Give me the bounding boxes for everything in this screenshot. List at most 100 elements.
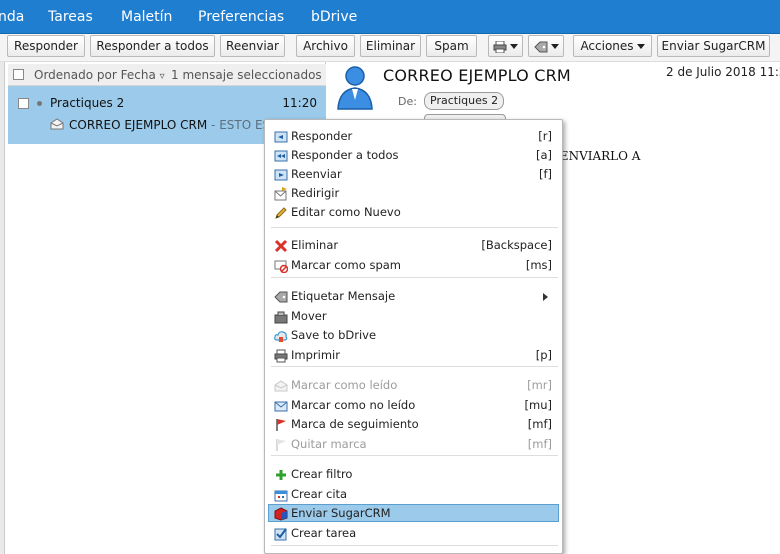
delete-button[interactable]: Eliminar: [360, 35, 421, 57]
menu-item-marcar-como-no-leido[interactable]: Marcar como no leído [mu]: [268, 396, 559, 414]
filter-plus-icon: [276, 470, 286, 480]
menu-item-marca-de-seguimiento[interactable]: Marca de seguimiento [mf]: [268, 415, 559, 433]
menu-item-imprimir[interactable]: Imprimir [p]: [268, 346, 559, 364]
actions-label: Acciones: [580, 39, 634, 53]
menu-item-label: Marcar como leído: [291, 378, 398, 392]
menu-item-etiquetar-mensaje[interactable]: Etiquetar Mensaje: [268, 287, 559, 305]
menu-item-enviar-sugarcrm[interactable]: Enviar SugarCRM: [268, 504, 559, 522]
menu-item-label: Reenviar: [291, 167, 342, 181]
nav-item-tareas[interactable]: Tareas: [48, 9, 93, 25]
menu-item-label: Etiquetar Mensaje: [291, 289, 396, 303]
cloud-icon: [274, 331, 288, 342]
reply-icon: [274, 131, 288, 143]
menu-item-marcar-como-spam[interactable]: Marcar como spam [ms]: [268, 256, 559, 274]
unread-dot-icon: [37, 101, 42, 106]
menu-item-reenviar[interactable]: Reenviar [f]: [268, 165, 559, 183]
selection-count: 1 mensaje seleccionados: [171, 68, 322, 82]
nav-item-maletin[interactable]: Maletín: [121, 9, 172, 25]
menu-item-label: Eliminar: [291, 238, 339, 252]
menu-item-label: Marcar como spam: [291, 258, 401, 272]
calendar-icon: [274, 490, 288, 502]
menu-item-eliminar[interactable]: Eliminar [Backspace]: [268, 236, 559, 254]
menu-separator: [271, 455, 558, 456]
archive-button[interactable]: Archivo: [296, 35, 355, 57]
menu-item-label: Responder a todos: [291, 148, 399, 162]
select-all-checkbox[interactable]: [13, 69, 24, 80]
menu-item-label: Save to bDrive: [291, 328, 377, 342]
menu-item-responder-a-todos[interactable]: Responder a todos [a]: [268, 146, 559, 164]
menu-item-label: Enviar SugarCRM: [291, 506, 391, 520]
flag-icon: [276, 419, 286, 431]
forward-button[interactable]: Reenviar: [220, 35, 285, 57]
menu-item-shortcut: [mu]: [524, 398, 552, 412]
conversation-checkbox[interactable]: [18, 98, 29, 109]
unflag-icon: [276, 439, 286, 451]
menu-separator: [271, 277, 558, 278]
toolbar: Responder Responder a todos Reenviar Arc…: [0, 34, 780, 62]
envelope-open-icon: [50, 118, 64, 130]
message-title: CORREO EJEMPLO CRM: [383, 66, 571, 85]
submenu-arrow-icon: [543, 293, 548, 301]
menu-item-editar-como-nuevo[interactable]: Editar como Nuevo: [268, 203, 559, 221]
from-address-pill[interactable]: Practiques 2: [424, 92, 505, 110]
menu-item-shortcut: [Backspace]: [481, 238, 552, 252]
menu-item-label: Marcar como no leído: [291, 398, 416, 412]
menu-item-quitar-marca: Quitar marca [mf]: [268, 435, 559, 453]
send-sugarcrm-button[interactable]: Enviar SugarCRM: [657, 35, 770, 57]
menu-item-shortcut: [mr]: [527, 378, 552, 392]
menu-item-responder[interactable]: Responder [r]: [268, 127, 559, 145]
sort-arrow-icon: ▿: [159, 71, 165, 82]
menu-item-label: Imprimir: [291, 348, 340, 362]
menu-item-shortcut: [r]: [538, 129, 552, 143]
actions-button[interactable]: Acciones: [573, 35, 652, 57]
conversation-time: 11:20: [282, 96, 317, 110]
menu-item-redirigir[interactable]: Redirigir: [268, 184, 559, 202]
menu-item-save-to-bdrive[interactable]: Save to bDrive: [268, 326, 559, 344]
menu-separator: [271, 545, 558, 546]
menu-item-label: Redirigir: [291, 186, 340, 200]
menu-item-crear-cita[interactable]: Crear cita: [268, 485, 559, 503]
menu-item-label: Crear filtro: [291, 467, 353, 481]
menu-item-shortcut: [mf]: [527, 437, 552, 451]
conversation-sender: Practiques 2: [50, 96, 125, 110]
reply-all-button[interactable]: Responder a todos: [90, 35, 215, 57]
menu-item-label: Crear cita: [291, 487, 348, 501]
menu-item-crear-filtro[interactable]: Crear filtro: [268, 465, 559, 483]
tag-menu-button[interactable]: [528, 35, 564, 57]
delete-icon: [274, 239, 288, 253]
menu-item-label: Quitar marca: [291, 437, 367, 451]
menu-item-shortcut: [p]: [535, 348, 552, 362]
nav-item-bdrive[interactable]: bDrive: [311, 9, 357, 25]
menu-item-marcar-como-leido: Marcar como leído [mr]: [268, 376, 559, 394]
forward-icon: [274, 169, 288, 181]
nav-item-agenda[interactable]: nda: [0, 9, 24, 25]
message-date: 2 de Julio 2018 11:2: [666, 65, 780, 79]
menu-item-shortcut: [ms]: [525, 258, 552, 272]
list-header: Ordenado por Fecha ▿ 1 mensaje seleccion…: [8, 64, 326, 86]
print-icon: [274, 349, 288, 363]
print-menu-button[interactable]: [488, 35, 523, 57]
sort-label: Ordenado por Fecha: [34, 68, 156, 82]
message-context-menu: Responder [r] Responder a todos [a] Reenviar…: [264, 119, 563, 554]
from-label: De:: [398, 95, 417, 108]
sidebar-resize-handle[interactable]: [0, 62, 5, 554]
chevron-down-icon: [550, 44, 559, 49]
menu-item-label: Responder: [291, 129, 353, 143]
nav-item-preferencias[interactable]: Preferencias: [198, 9, 284, 25]
menu-item-shortcut: [mf]: [527, 417, 552, 431]
menu-item-shortcut: [f]: [538, 167, 552, 181]
redirect-icon: [274, 187, 287, 201]
sugarcrm-icon: [274, 507, 288, 521]
spam-button[interactable]: Spam: [426, 35, 477, 57]
menu-item-mover[interactable]: Mover: [268, 307, 559, 325]
menu-item-crear-tarea[interactable]: Crear tarea: [268, 524, 559, 542]
sort-dropdown[interactable]: Ordenado por Fecha ▿: [34, 68, 165, 82]
print-icon: [493, 40, 507, 53]
task-icon: [274, 528, 287, 541]
reply-button[interactable]: Responder: [7, 35, 85, 57]
subject-text: CORREO EJEMPLO CRM: [69, 118, 208, 132]
tag-icon: [533, 41, 547, 52]
move-icon: [274, 311, 288, 324]
spam-icon: [274, 260, 288, 273]
menu-item-shortcut: [a]: [535, 148, 552, 162]
